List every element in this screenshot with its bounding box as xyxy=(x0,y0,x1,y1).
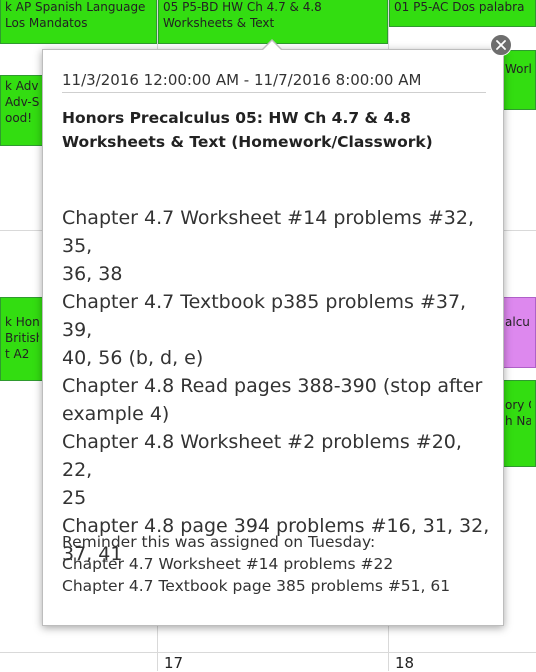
reminder-line: Chapter 4.7 Worksheet #14 problems #22 xyxy=(62,555,394,573)
calendar-event-precalc-hw[interactable]: 05 P5-BD HW Ch 4.7 & 4.8 Worksheets & Te… xyxy=(158,0,388,44)
description-line: 25 xyxy=(62,487,87,509)
description-line: Chapter 4.8 Worksheet #2 problems #20, 2… xyxy=(62,431,462,481)
calendar-event-dos-palabras[interactable]: 01 P5-AC Dos palabra xyxy=(389,0,536,27)
event-title-line: Honors Precalculus 05: HW Ch 4.7 & 4.8 xyxy=(62,109,411,127)
description-line: 36, 38 xyxy=(62,263,123,285)
event-date-range: 11/3/2016 12:00:00 AM - 11/7/2016 8:00:0… xyxy=(62,71,486,93)
event-description: Chapter 4.7 Worksheet #14 problems #32, … xyxy=(62,204,492,568)
description-line: 40, 56 (b, d, e) xyxy=(62,347,204,369)
description-line: Chapter 4.7 Textbook p385 problems #37, … xyxy=(62,291,467,341)
description-line: Chapter 4.8 Read pages 388-390 (stop aft… xyxy=(62,375,483,397)
event-line: British L xyxy=(5,331,39,345)
event-line: k Hono xyxy=(5,315,39,329)
calendar-event-history[interactable]: ory C h Na xyxy=(502,380,536,467)
day-number[interactable]: 18 xyxy=(395,654,414,672)
event-line: World H xyxy=(505,62,531,76)
reminder-line: Reminder this was assigned on Tuesday: xyxy=(62,533,376,551)
grid-row-divider xyxy=(0,652,536,653)
calendar-event-precalculus[interactable]: alculu xyxy=(502,297,536,368)
event-details-popup: 11/3/2016 12:00:00 AM - 11/7/2016 8:00:0… xyxy=(42,49,504,626)
description-line: example 4) xyxy=(62,403,170,425)
event-title: Honors Precalculus 05: HW Ch 4.7 & 4.8 W… xyxy=(62,106,482,154)
event-reminder: Reminder this was assigned on Tuesday: C… xyxy=(62,531,492,597)
event-title-line: Worksheets & Text (Homework/Classwork) xyxy=(62,133,433,151)
calendar-event-spanish[interactable]: k AP Spanish Language Los Mandatos xyxy=(0,0,157,44)
calendar-event-world-history[interactable]: World H xyxy=(502,50,536,110)
event-line: 01 P5-AC Dos palabra xyxy=(394,0,525,14)
event-line: k Advis xyxy=(5,79,39,93)
close-icon xyxy=(496,40,506,50)
calendar-event-advisory[interactable]: k Advis Adv-Sop ood! xyxy=(0,75,44,146)
event-line: Worksheets & Text xyxy=(163,16,275,30)
calendar-event-honors-british-lit[interactable]: k Hono British L t A2 xyxy=(0,297,44,381)
description-line: Chapter 4.7 Worksheet #14 problems #32, … xyxy=(62,207,475,257)
event-line: alculu xyxy=(505,315,531,329)
event-line: t A2 xyxy=(5,347,30,361)
event-line: ory C xyxy=(505,398,531,412)
day-number[interactable]: 17 xyxy=(164,654,183,672)
event-line: k AP Spanish Language xyxy=(5,0,146,14)
close-popup-button[interactable] xyxy=(490,34,512,56)
reminder-line: Chapter 4.7 Textbook page 385 problems #… xyxy=(62,577,451,595)
popup-pointer xyxy=(263,41,281,50)
event-line: h Na xyxy=(505,414,531,428)
event-line: Los Mandatos xyxy=(5,16,88,30)
event-line: Adv-Sop xyxy=(5,95,39,109)
event-line: 05 P5-BD HW Ch 4.7 & 4.8 xyxy=(163,0,322,14)
event-line: ood! xyxy=(5,111,33,125)
